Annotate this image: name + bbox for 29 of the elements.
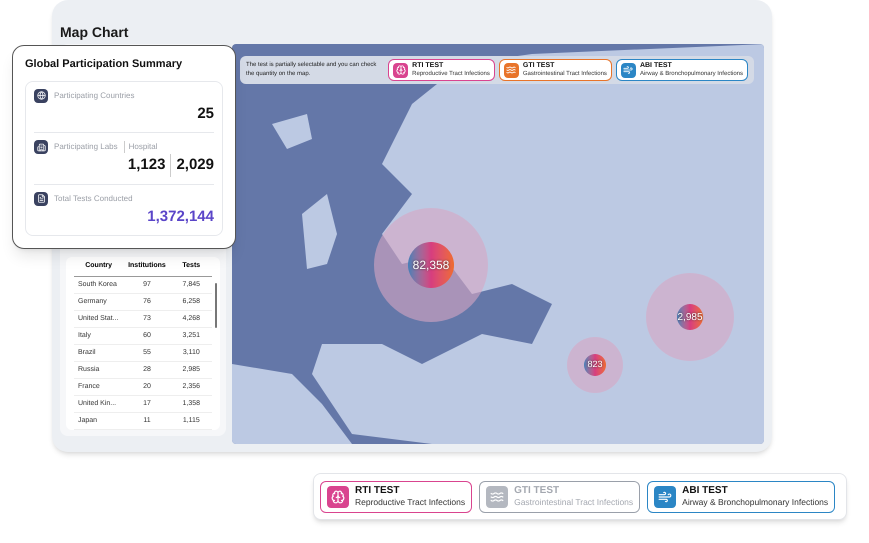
waves-icon [486, 486, 508, 508]
stat-value: 25 [197, 104, 214, 124]
stat-value: 2,029 [170, 154, 214, 176]
wind-icon [620, 62, 636, 78]
globe-icon [34, 88, 48, 102]
stat-value: 1,123 [128, 155, 166, 175]
waves-icon [504, 62, 519, 78]
scrollbar [215, 283, 217, 328]
test-description: Airway & Bronchopulmonary Infections [682, 497, 828, 508]
building-icon [34, 140, 48, 154]
summary-title: Global Participation Summary [25, 57, 184, 72]
stat-label: Participating Labs [54, 141, 118, 153]
test-toggle[interactable]: ABI TEST Airway & Bronchopulmonary Infections [647, 480, 836, 512]
card-title: Map Chart [60, 23, 130, 42]
test-toggle[interactable]: RTI TEST Reproductive Tract Infections [320, 480, 472, 512]
test-name: GTI TEST [514, 484, 560, 498]
test-name: RTI TEST [355, 484, 400, 498]
test-description: Reproductive Tract Infections [355, 497, 466, 508]
test-name: ABI TEST [682, 484, 729, 498]
stat-value: 1,372,144 [147, 206, 214, 226]
wind-icon [654, 486, 676, 508]
cluster-bubble[interactable]: 823 [567, 337, 623, 393]
test-description: Gastrointestinal Tract Infections [514, 497, 634, 508]
brain-icon [327, 486, 349, 508]
brain-icon [393, 62, 408, 78]
stat-label: Participating Countries [54, 90, 134, 102]
document-icon [34, 192, 48, 206]
stat-label: Total Tests Conducted [54, 192, 133, 204]
stat-label: Hospital [124, 141, 158, 153]
